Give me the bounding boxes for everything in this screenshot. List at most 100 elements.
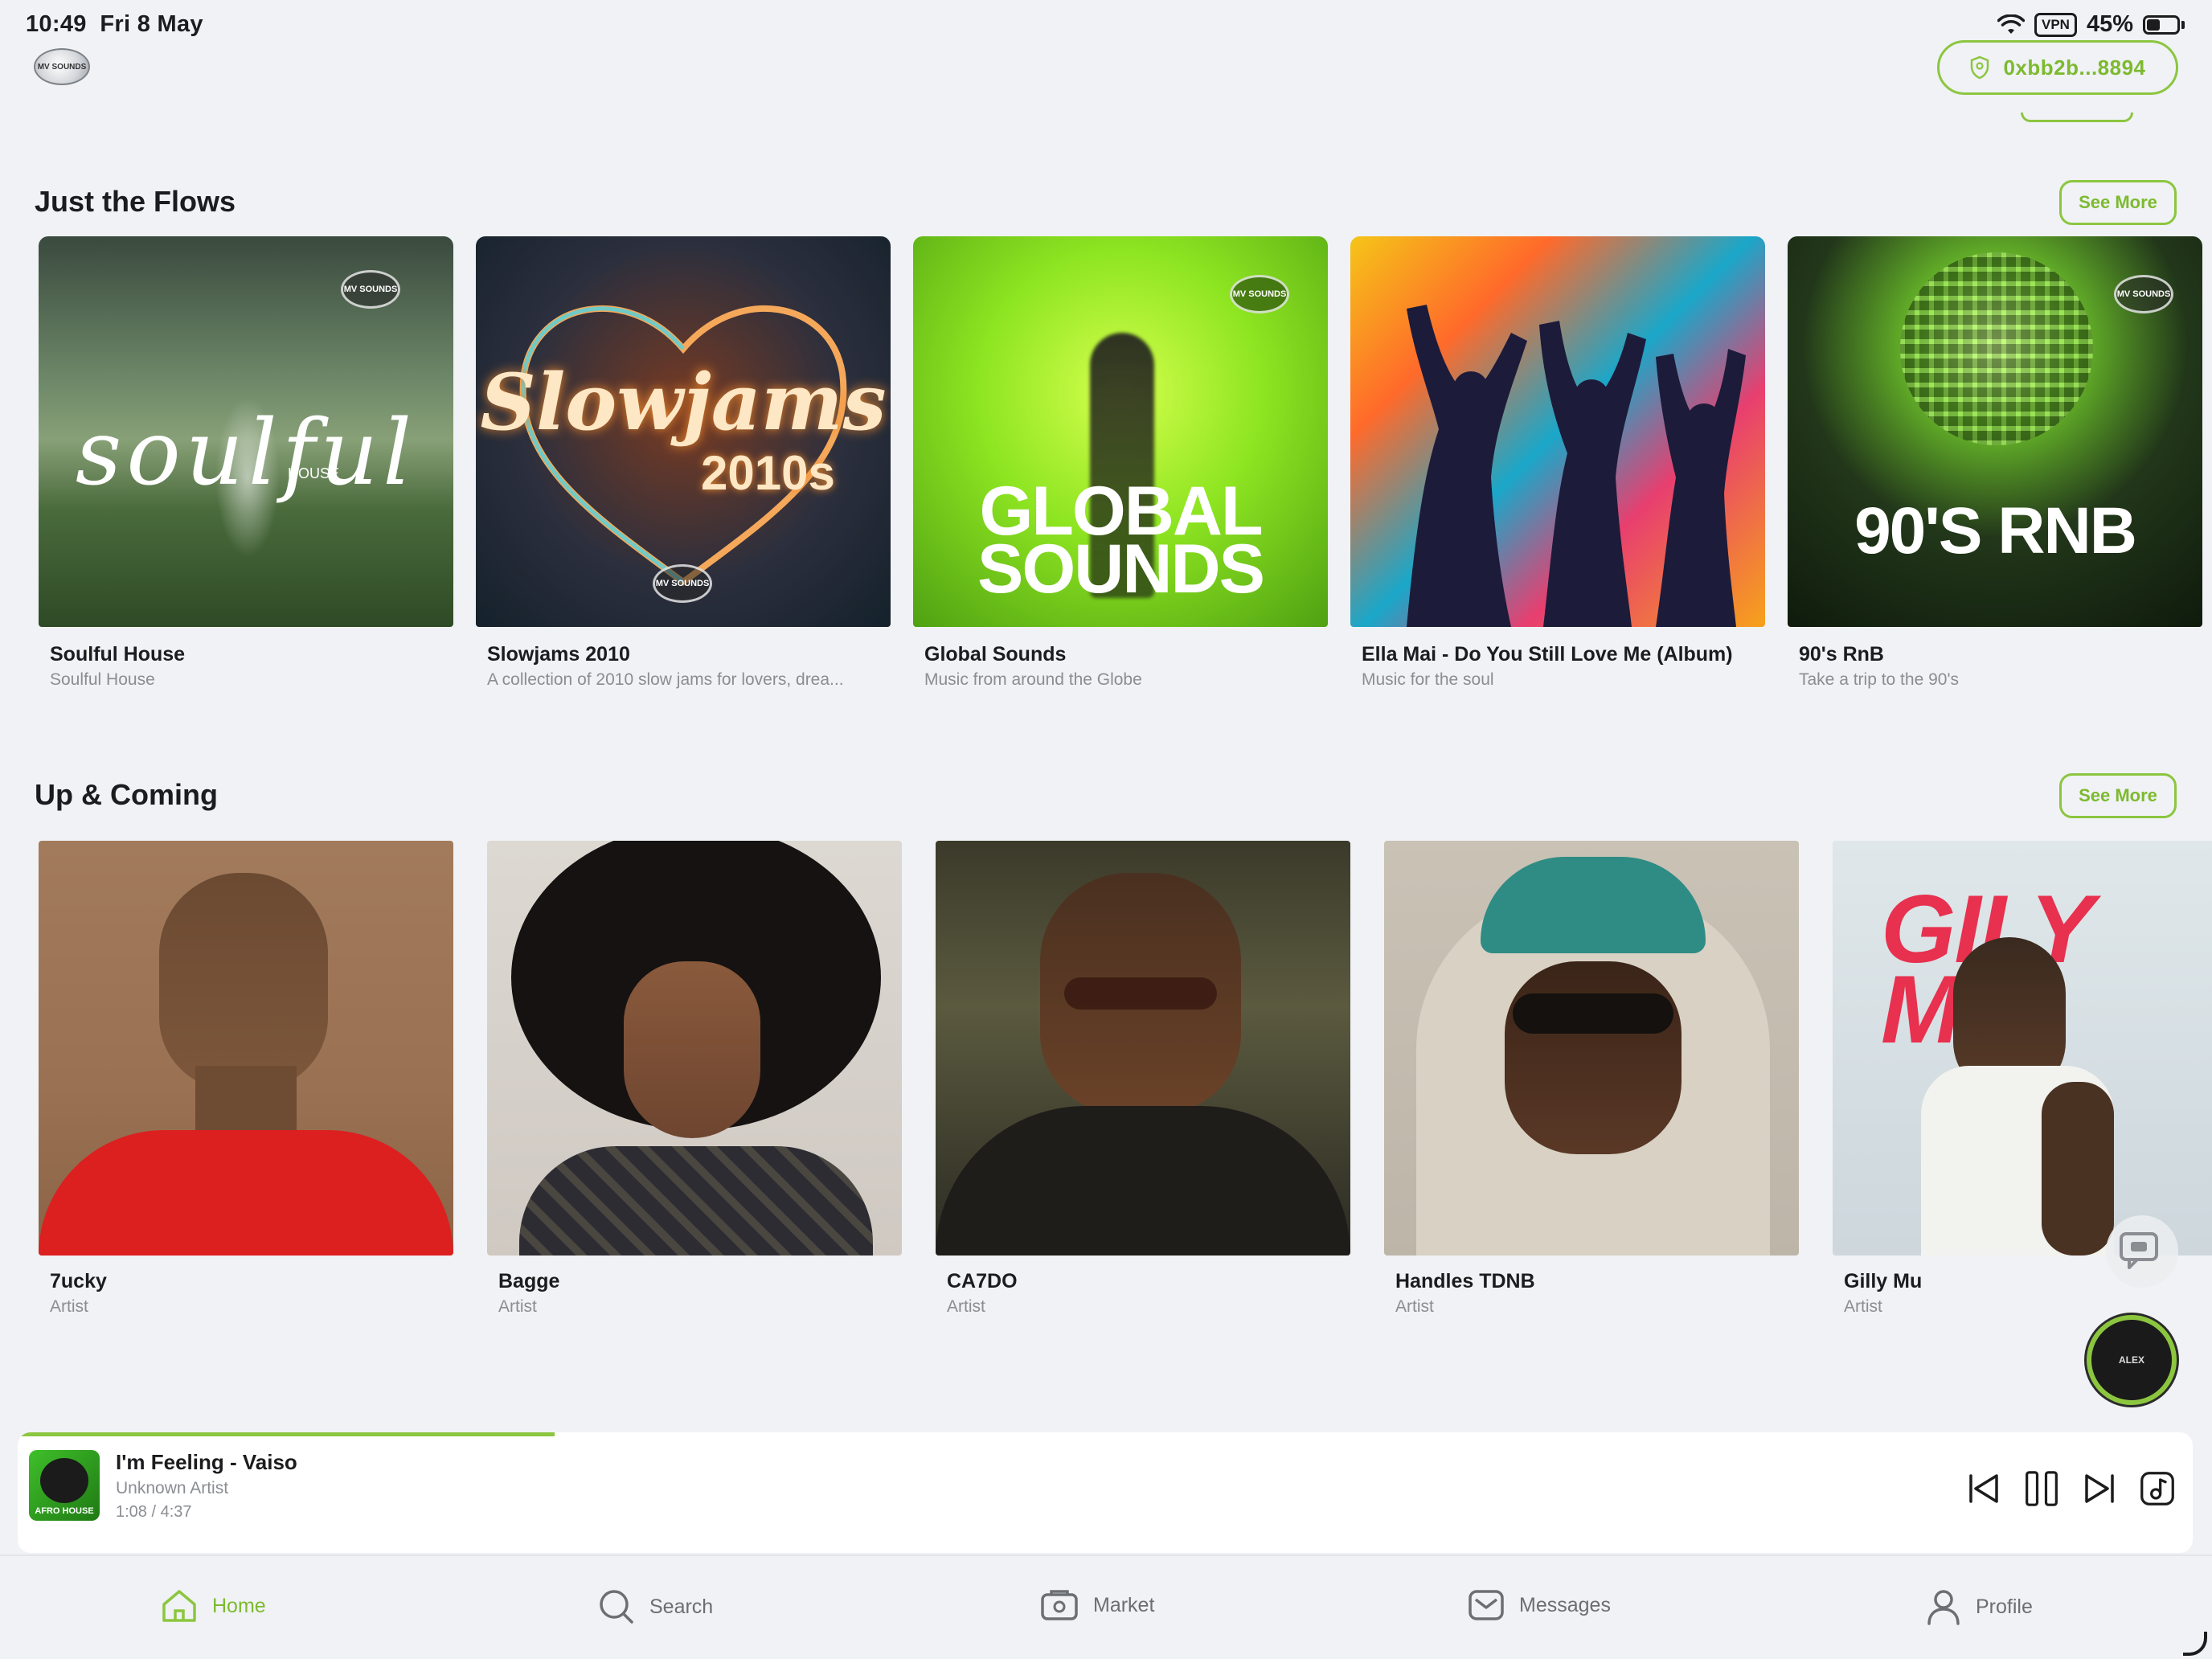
tab-bar: Home Search Market Messages Profile	[0, 1555, 2212, 1659]
tab-label: Home	[212, 1594, 266, 1617]
playlist-title: Soulful House	[50, 643, 186, 666]
playlist-art: 90'S RNB MV SOUNDS	[1788, 236, 2202, 627]
tab-label: Search	[649, 1595, 714, 1618]
tab-label: Market	[1093, 1593, 1155, 1616]
arm	[2042, 1082, 2114, 1256]
playlist-card-slowjams-2010[interactable]: Slowjams 2010s MV SOUNDS Slowjams 2010 A…	[476, 236, 891, 703]
mv-sounds-badge: MV SOUNDS	[1230, 275, 1289, 313]
artist-role: Artist	[947, 1297, 985, 1316]
artist-photo	[936, 841, 1350, 1256]
artist-role: Artist	[1395, 1297, 1434, 1316]
playlist-subtitle: Music from around the Globe	[924, 670, 1142, 689]
artist-name: CA7DO	[947, 1270, 1018, 1292]
artist-photo	[39, 841, 453, 1256]
chat-button[interactable]	[2106, 1215, 2178, 1288]
playback-progress-bar[interactable]	[18, 1432, 555, 1436]
user-avatar-button[interactable]: ALEX	[2087, 1315, 2177, 1405]
pause-icon	[2026, 1471, 2058, 1506]
red-shirt	[39, 1130, 453, 1256]
hoodie	[936, 1106, 1350, 1256]
artist-role: Artist	[498, 1297, 537, 1316]
track-artist: Unknown Artist	[116, 1479, 229, 1497]
vpn-badge: VPN	[2034, 12, 2077, 37]
playlist-title: Slowjams 2010	[487, 643, 630, 666]
mv-sounds-badge: MV SOUNDS	[2114, 275, 2173, 313]
artist-photo	[487, 841, 902, 1256]
tab-market[interactable]: Market	[1040, 1588, 1154, 1622]
artist-name: 7ucky	[50, 1270, 107, 1292]
playlist-art: Slowjams 2010s MV SOUNDS	[476, 236, 891, 627]
playlist-art: GLOBAL SOUNDS MV SOUNDS	[913, 236, 1328, 627]
flows-see-more-button[interactable]: See More	[2059, 180, 2177, 225]
art-subtitle: 2010s	[701, 446, 835, 500]
playlist-card-90s-rnb[interactable]: 90'S RNB MV SOUNDS 90's RnB Take a trip …	[1788, 236, 2202, 703]
sunglasses	[1513, 993, 1673, 1034]
track-time: 1:08 / 4:37	[116, 1503, 192, 1521]
artist-role: Artist	[1844, 1297, 1882, 1316]
next-button[interactable]	[2082, 1468, 2117, 1509]
battery-icon	[2143, 14, 2185, 35]
section-title-flows: Just the Flows	[35, 185, 236, 218]
artist-card-bagge[interactable]: Bagge Artist	[487, 841, 902, 1323]
tab-profile[interactable]: Profile	[1926, 1588, 2033, 1625]
mini-player[interactable]: AFRO HOUSE I'm Feeling - Vaiso Unknown A…	[18, 1432, 2193, 1553]
playlist-subtitle: A collection of 2010 slow jams for lover…	[487, 670, 844, 689]
home-indicator	[2183, 1632, 2207, 1656]
messages-icon	[1469, 1590, 1504, 1620]
playlist-card-global-sounds[interactable]: GLOBAL SOUNDS MV SOUNDS Global Sounds Mu…	[913, 236, 1328, 703]
playlist-subtitle: Soulful House	[50, 670, 155, 689]
art-title: soulful	[75, 401, 417, 506]
app-logo[interactable]: MV SOUNDS	[34, 48, 90, 85]
status-bar: 10:49 Fri 8 May VPN 45%	[0, 0, 2212, 53]
wallet-button[interactable]: 0xbb2b...8894	[1937, 40, 2178, 95]
playlist-subtitle: Music for the soul	[1362, 670, 1494, 689]
playlist-title: 90's RnB	[1799, 643, 1884, 666]
tab-label: Profile	[1976, 1595, 2033, 1618]
pause-button[interactable]	[2024, 1468, 2059, 1509]
player-controls	[1966, 1468, 2175, 1509]
app-logo-text: MV SOUNDS	[37, 62, 87, 72]
search-icon	[600, 1590, 633, 1624]
tab-messages[interactable]: Messages	[1468, 1588, 1611, 1622]
artist-role: Artist	[50, 1297, 88, 1316]
market-icon	[1041, 1590, 1078, 1620]
face	[1505, 961, 1682, 1154]
mv-sounds-badge: MV SOUNDS	[341, 270, 400, 309]
home-icon	[162, 1590, 196, 1622]
playlist-title: Ella Mai - Do You Still Love Me (Album)	[1362, 643, 1733, 666]
playlist-subtitle: Take a trip to the 90's	[1799, 670, 1959, 689]
section-title-upcoming: Up & Coming	[35, 778, 218, 811]
face	[159, 873, 328, 1090]
battery-percent: 45%	[2086, 11, 2133, 37]
artist-card-handles-tdnb[interactable]: Handles TDNB Artist	[1384, 841, 1799, 1323]
tab-search[interactable]: Search	[598, 1588, 713, 1625]
playlist-card-ella-mai[interactable]: Ella Mai - Do You Still Love Me (Album) …	[1350, 236, 1765, 703]
previous-button[interactable]	[1966, 1468, 2001, 1509]
playlist-art: soulful HOUSE MV SOUNDS	[39, 236, 453, 627]
status-time: 10:49 Fri 8 May	[26, 11, 203, 38]
upcoming-see-more-button[interactable]: See More	[2059, 773, 2177, 818]
avatar-text: ALEX	[2118, 1354, 2144, 1366]
music-note-icon	[2140, 1472, 2174, 1505]
mv-sounds-badge: MV SOUNDS	[653, 564, 712, 603]
profile-icon	[1927, 1590, 1960, 1625]
chat-icon	[2120, 1232, 2158, 1269]
wallet-address: 0xbb2b...8894	[2003, 55, 2146, 80]
tab-label: Messages	[1519, 1593, 1611, 1616]
artist-card-ca7do[interactable]: CA7DO Artist	[936, 841, 1350, 1323]
artist-name: Bagge	[498, 1270, 560, 1292]
artist-photo: GILY MU	[1833, 841, 2212, 1256]
tab-home[interactable]: Home	[161, 1588, 266, 1624]
clock: 10:49	[26, 11, 87, 37]
playlist-card-soulful-house[interactable]: soulful HOUSE MV SOUNDS Soulful House So…	[39, 236, 453, 703]
wifi-icon	[1997, 14, 2025, 34]
art-subtitle: SOUNDS	[977, 530, 1265, 608]
skip-forward-icon	[2085, 1474, 2114, 1503]
artist-card-7ucky[interactable]: 7ucky Artist	[39, 841, 453, 1323]
music-queue-button[interactable]	[2140, 1468, 2175, 1509]
track-title: I'm Feeling - Vaiso	[116, 1450, 297, 1474]
sunglasses	[1064, 977, 1217, 1010]
status-indicators: VPN 45%	[1997, 11, 2185, 38]
art-title: 90'S RNB	[1854, 494, 2137, 567]
scroll-hint-button[interactable]	[2021, 113, 2133, 122]
